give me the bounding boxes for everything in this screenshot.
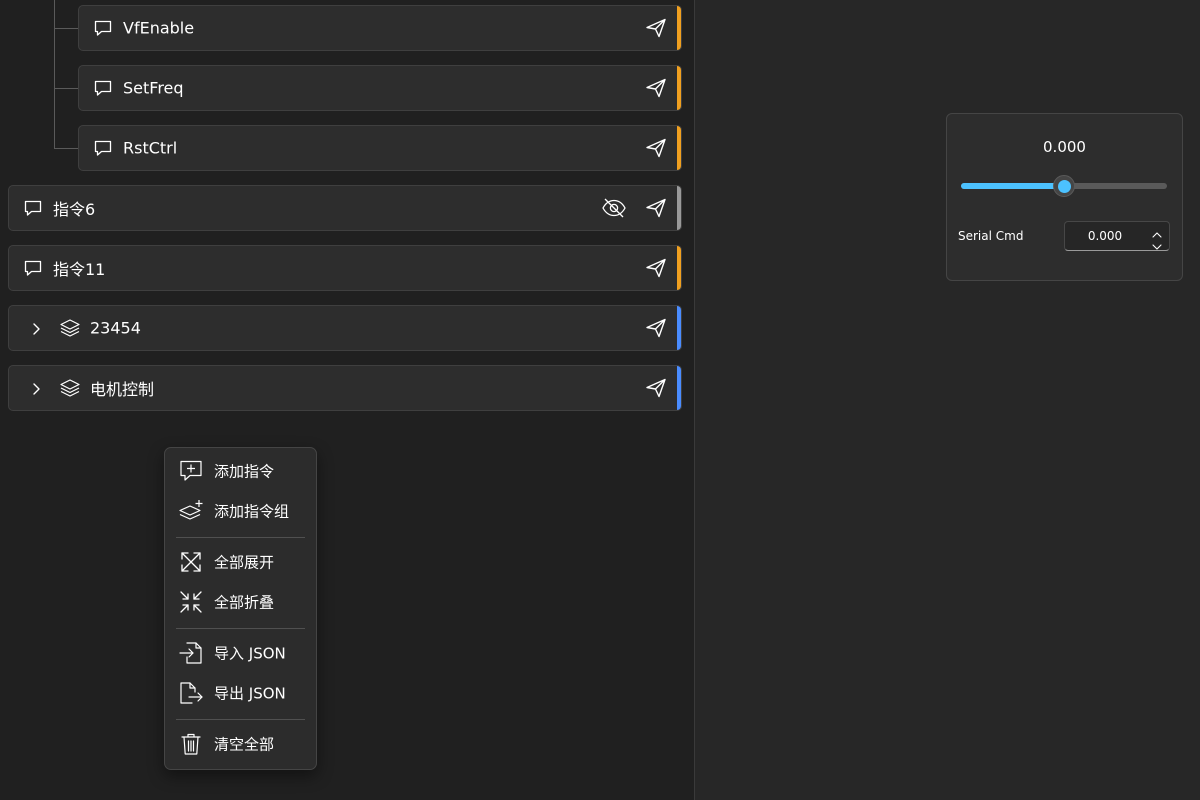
message-icon [23,198,43,218]
increment-chevron-up-icon[interactable] [1151,225,1163,238]
send-icon[interactable] [645,377,667,399]
decrement-chevron-down-icon[interactable] [1151,237,1163,250]
message-icon [93,18,113,38]
send-icon[interactable] [645,257,667,279]
menu-label: 全部折叠 [214,593,275,612]
send-icon[interactable] [645,317,667,339]
layers-icon [59,317,81,339]
command-label: RstCtrl [123,138,178,158]
command-list-pane: VfEnable SetFreq RstCtrl 指令6 指令11 23454 … [0,0,694,800]
message-icon [23,258,43,278]
command-item-vfenable[interactable]: VfEnable [78,5,682,51]
layers-icon [59,377,81,399]
menu-item-add-command[interactable]: 添加指令 [169,453,312,489]
menu-item-collapse-all[interactable]: 全部折叠 [169,584,312,620]
export-icon [178,680,204,706]
context-menu: 添加指令 添加指令组 全部展开 全部折叠 导入 JSON 导出 JSON 清空全… [164,447,317,770]
menu-separator [176,628,305,629]
message-icon [93,78,113,98]
parameter-value-display: 0.000 [1043,138,1086,156]
menu-label: 导出 JSON [214,684,286,703]
command-label: 指令11 [53,260,106,279]
number-box [1064,221,1170,251]
tree-connector-branch [54,28,78,29]
command-item-setfreq[interactable]: SetFreq [78,65,682,111]
command-label: SetFreq [123,78,184,98]
command-label: VfEnable [123,18,195,38]
menu-label: 清空全部 [214,735,275,754]
parameter-slider[interactable] [961,175,1167,197]
slider-fill [961,183,1064,189]
menu-label: 全部展开 [214,553,275,572]
slider-thumb[interactable] [1053,175,1075,197]
add-message-icon [178,458,204,484]
message-icon [93,138,113,158]
group-label: 电机控制 [90,380,155,399]
menu-item-add-group[interactable]: 添加指令组 [169,493,312,529]
menu-label: 添加指令 [214,462,275,481]
parameter-name: Serial Cmd [958,229,1024,243]
send-icon[interactable] [645,137,667,159]
command-label: 指令6 [53,200,96,219]
send-icon[interactable] [645,197,667,219]
status-accent-bar [677,6,681,50]
status-accent-bar [677,246,681,290]
tree-connector-branch [54,88,78,89]
menu-item-clear-all[interactable]: 清空全部 [169,726,312,762]
status-accent-bar [677,186,681,230]
status-accent-bar [677,306,681,350]
add-layers-icon [178,498,204,524]
menu-label: 添加指令组 [214,502,290,521]
command-group-23454[interactable]: 23454 [8,305,682,351]
tree-connector-branch [54,148,78,149]
import-icon [178,640,204,666]
group-label: 23454 [90,318,141,338]
collapse-icon [178,589,204,615]
status-accent-bar [677,126,681,170]
trash-icon [178,731,204,757]
menu-item-expand-all[interactable]: 全部展开 [169,544,312,580]
chevron-right-icon[interactable] [29,321,43,335]
command-item-rstctrl[interactable]: RstCtrl [78,125,682,171]
menu-separator [176,719,305,720]
command-group-motor-control[interactable]: 电机控制 [8,365,682,411]
expand-icon [178,549,204,575]
menu-separator [176,537,305,538]
send-icon[interactable] [645,17,667,39]
parameter-number-input[interactable] [1065,222,1145,250]
command-item-6[interactable]: 指令6 [8,185,682,231]
send-icon[interactable] [645,77,667,99]
menu-item-import-json[interactable]: 导入 JSON [169,635,312,671]
status-accent-bar [677,66,681,110]
chevron-right-icon[interactable] [29,381,43,395]
tree-connector-vertical [54,0,55,149]
menu-label: 导入 JSON [214,644,286,663]
command-item-11[interactable]: 指令11 [8,245,682,291]
eye-off-icon[interactable] [601,197,627,219]
status-accent-bar [677,366,681,410]
menu-item-export-json[interactable]: 导出 JSON [169,675,312,711]
parameter-card: 0.000 Serial Cmd [946,113,1183,281]
